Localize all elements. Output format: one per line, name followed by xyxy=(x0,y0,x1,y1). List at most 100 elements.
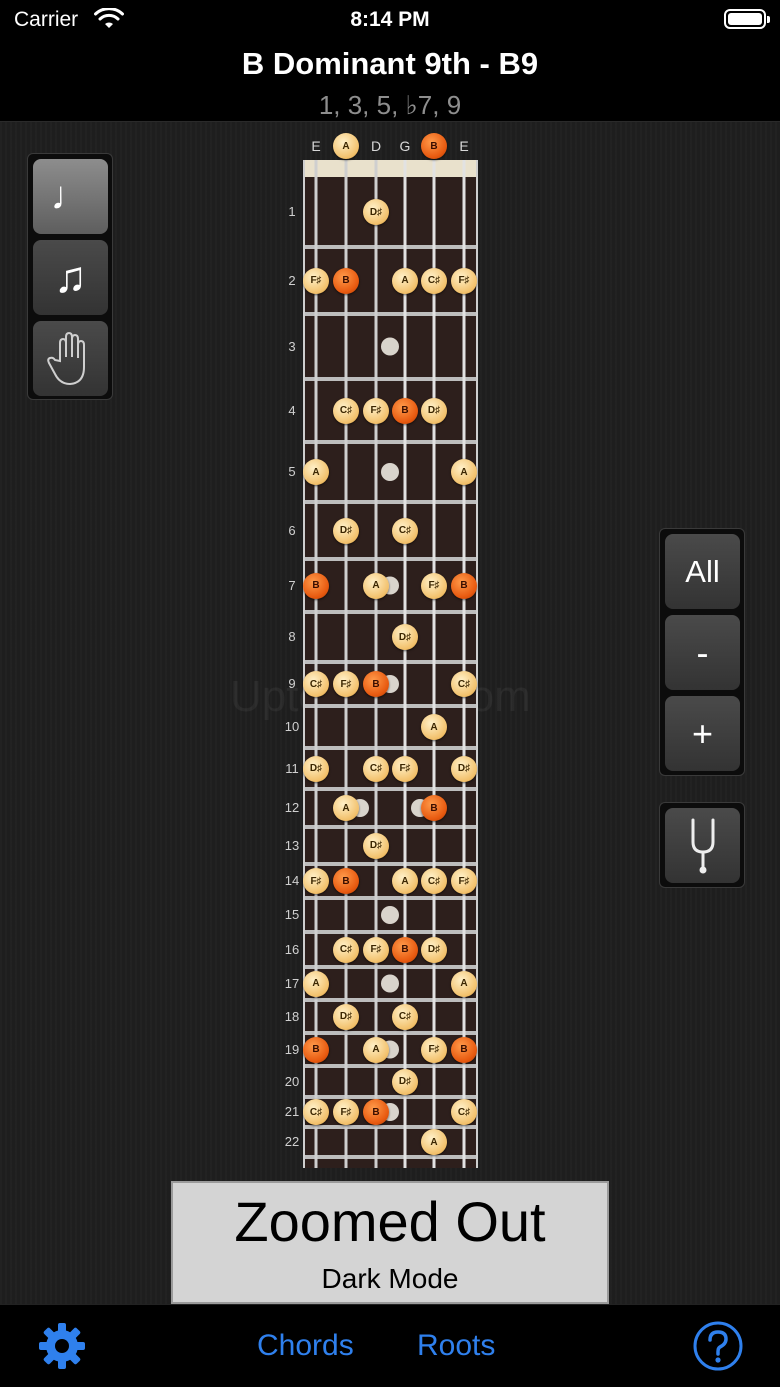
fret-wire xyxy=(304,896,477,900)
fret-inlay xyxy=(381,463,399,481)
note-marker[interactable]: C♯ xyxy=(333,936,359,963)
root-note-marker[interactable]: B xyxy=(333,868,359,894)
status-bar: Carrier 8:14 PM xyxy=(0,0,780,40)
nut xyxy=(304,160,477,177)
board-edge xyxy=(303,160,305,1168)
note-marker[interactable]: F♯ xyxy=(333,1099,359,1125)
note-marker[interactable]: F♯ xyxy=(421,572,447,599)
note-marker[interactable]: C♯ xyxy=(363,755,389,782)
note-marker[interactable]: D♯ xyxy=(421,397,447,424)
zoom-banner-subtitle: Dark Mode xyxy=(321,1263,459,1294)
fretboard[interactable] xyxy=(0,122,780,1182)
root-note-marker[interactable]: B xyxy=(421,133,447,159)
fret-wire xyxy=(304,998,477,1002)
note-marker[interactable]: D♯ xyxy=(392,624,418,650)
fret-inlay xyxy=(381,337,399,356)
note-marker[interactable]: A xyxy=(392,868,418,894)
note-marker[interactable]: D♯ xyxy=(363,199,389,225)
fret-wire xyxy=(304,557,477,561)
tab-bar: Chords Roots xyxy=(0,1304,780,1387)
fret-wire xyxy=(304,500,477,504)
fret-wire xyxy=(304,377,477,381)
note-marker[interactable]: C♯ xyxy=(421,267,447,294)
fret-wire xyxy=(304,930,477,934)
chords-tab[interactable]: Chords xyxy=(257,1329,354,1363)
note-marker[interactable]: C♯ xyxy=(333,397,359,424)
note-marker[interactable]: A xyxy=(421,714,447,740)
fret-wire xyxy=(304,1064,477,1068)
note-marker[interactable]: D♯ xyxy=(303,755,329,782)
note-marker[interactable]: F♯ xyxy=(421,1036,447,1063)
root-note-marker[interactable]: B xyxy=(303,572,329,599)
fret-wire xyxy=(304,1125,477,1129)
note-marker[interactable]: C♯ xyxy=(451,1099,477,1125)
note-marker[interactable]: D♯ xyxy=(421,936,447,963)
note-marker[interactable]: F♯ xyxy=(363,397,389,424)
root-note-marker[interactable]: B xyxy=(363,1099,389,1125)
roots-tab[interactable]: Roots xyxy=(417,1329,495,1363)
fret-wire xyxy=(304,312,477,316)
note-marker[interactable]: A xyxy=(363,572,389,599)
board-edge xyxy=(476,160,478,1168)
note-marker[interactable]: F♯ xyxy=(303,868,329,894)
fret-wire xyxy=(304,610,477,614)
note-marker[interactable]: C♯ xyxy=(451,671,477,697)
fret-wire xyxy=(304,1155,477,1159)
guitar-string xyxy=(432,160,436,1168)
note-marker[interactable]: A xyxy=(451,970,477,997)
note-marker[interactable]: C♯ xyxy=(392,1003,418,1030)
fret-wire xyxy=(304,825,477,829)
note-marker[interactable]: D♯ xyxy=(451,755,477,782)
note-marker[interactable]: C♯ xyxy=(421,868,447,894)
fret-wire xyxy=(304,440,477,444)
fret-wire xyxy=(304,787,477,791)
guitar-string xyxy=(314,160,318,1168)
note-marker[interactable]: A xyxy=(421,1129,447,1155)
fret-wire xyxy=(304,965,477,969)
fret-wire xyxy=(304,1095,477,1099)
guitar-string xyxy=(462,160,466,1168)
root-note-marker[interactable]: B xyxy=(451,1036,477,1063)
root-note-marker[interactable]: B xyxy=(451,572,477,599)
note-marker[interactable]: D♯ xyxy=(392,1068,418,1095)
note-marker[interactable]: A xyxy=(333,133,359,159)
fret-inlay xyxy=(381,906,399,924)
note-marker[interactable]: A xyxy=(303,970,329,997)
chord-formula: 1, 3, 5, ♭7, 9 xyxy=(318,90,462,120)
note-marker[interactable]: A xyxy=(451,459,477,485)
note-marker[interactable]: A xyxy=(363,1036,389,1063)
note-marker[interactable]: C♯ xyxy=(303,671,329,697)
note-marker[interactable]: F♯ xyxy=(451,868,477,894)
note-marker[interactable]: A xyxy=(333,795,359,821)
root-note-marker[interactable]: B xyxy=(363,671,389,697)
gear-icon[interactable] xyxy=(36,1320,88,1372)
question-circle-icon[interactable] xyxy=(692,1320,744,1372)
root-note-marker[interactable]: B xyxy=(333,267,359,294)
fret-wire xyxy=(304,660,477,664)
note-marker[interactable]: F♯ xyxy=(392,755,418,782)
root-note-marker[interactable]: B xyxy=(421,795,447,821)
fret-inlay xyxy=(381,974,399,993)
chord-title: B Dominant 9th - B9 xyxy=(241,46,539,81)
note-marker[interactable]: F♯ xyxy=(363,936,389,963)
note-marker[interactable]: A xyxy=(392,267,418,294)
fret-wire xyxy=(304,862,477,866)
note-marker[interactable]: D♯ xyxy=(333,1003,359,1030)
note-marker[interactable]: D♯ xyxy=(363,832,389,859)
note-marker[interactable]: A xyxy=(303,459,329,485)
guitar-string xyxy=(374,160,378,1168)
fretboard-area: EDGE 1 2 3 4 5 6 7 8 9 10 11 12 13 14 15 16 17 18 19 20 21 22… xyxy=(0,122,780,1304)
battery-icon xyxy=(724,9,770,29)
note-marker[interactable]: F♯ xyxy=(333,671,359,697)
fret-wire xyxy=(304,245,477,249)
note-marker[interactable]: F♯ xyxy=(451,267,477,294)
note-marker[interactable]: D♯ xyxy=(333,517,359,544)
main-area: UptoDown.com ♩ ♫ All - + xyxy=(0,122,780,1304)
status-time: 8:14 PM xyxy=(350,8,430,31)
root-note-marker[interactable]: B xyxy=(392,397,418,424)
root-note-marker[interactable]: B xyxy=(392,936,418,963)
note-marker[interactable]: F♯ xyxy=(303,267,329,294)
root-note-marker[interactable]: B xyxy=(303,1036,329,1063)
note-marker[interactable]: C♯ xyxy=(303,1099,329,1125)
note-marker[interactable]: C♯ xyxy=(392,517,418,544)
